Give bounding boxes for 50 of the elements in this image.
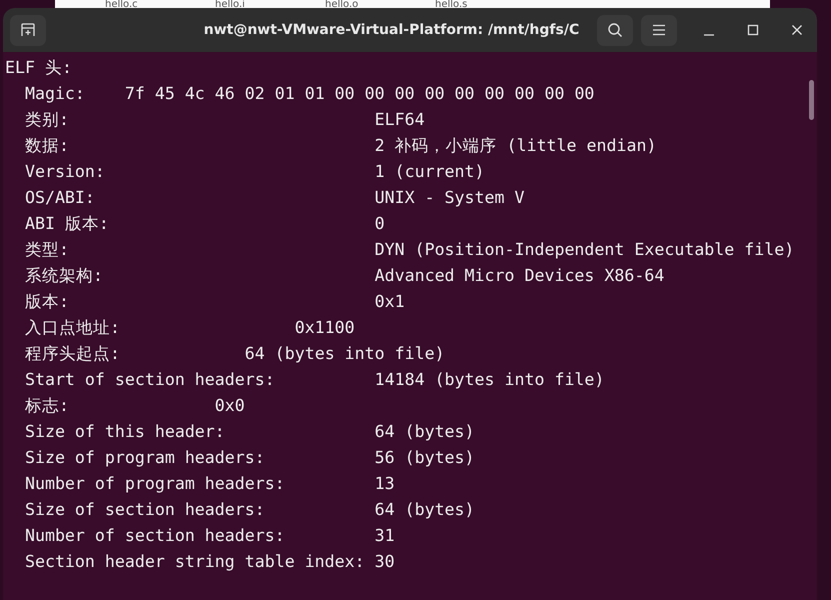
search-icon (607, 22, 623, 38)
minimize-icon (704, 34, 714, 36)
field-label: 系统架构: (24, 266, 103, 285)
field-value: 64 (bytes) (374, 421, 475, 443)
new-tab-icon (20, 22, 36, 38)
field-label: 类别: (24, 110, 69, 129)
field-value: 64 (bytes) (374, 499, 475, 521)
new-tab-button[interactable] (10, 14, 46, 46)
field-label: 标志: (24, 396, 69, 415)
terminal-heading: ELF 头: (5, 58, 72, 77)
field-label: Section header string table index: (24, 552, 365, 571)
field-label: Size of program headers: (24, 448, 265, 467)
field-label: OS/ABI: (24, 188, 95, 207)
field-value: ELF64 (374, 109, 425, 131)
field-value: 14184 (bytes into file) (374, 369, 604, 391)
field-label: Number of program headers: (24, 474, 285, 493)
search-button[interactable] (597, 14, 633, 46)
field-label: Size of this header: (24, 422, 225, 441)
field-label: 类型: (24, 240, 69, 259)
field-label: 入口点地址: (24, 318, 120, 337)
field-value: DYN (Position-Independent Executable file) (374, 239, 794, 261)
menu-icon (652, 24, 666, 36)
field-value: Advanced Micro Devices X86-64 (374, 265, 664, 287)
field-value: 0x1100 (294, 317, 355, 339)
field-value: 1 (current) (374, 161, 485, 183)
field-label: Version: (24, 162, 105, 181)
field-value: 13 (374, 473, 395, 495)
field-value: 64 (bytes into file) (244, 343, 445, 365)
field-label: Number of section headers: (24, 526, 285, 545)
field-value: 7f 45 4c 46 02 01 01 00 00 00 00 00 00 00 00 00 (124, 83, 594, 105)
maximize-icon (747, 24, 759, 36)
field-value: 0x0 (214, 395, 245, 417)
field-value: 2 补码，小端序 (little endian) (374, 135, 656, 157)
menu-button[interactable] (641, 14, 677, 46)
field-value: UNIX - System V (374, 187, 524, 209)
field-label: 数据: (24, 136, 69, 155)
scrollbar[interactable] (809, 80, 814, 120)
window-title: nwt@nwt-VMware-Virtual-Platform: /mnt/hgfs/C (202, 22, 580, 38)
field-value: 30 (374, 551, 395, 573)
field-label: Size of section headers: (24, 500, 265, 519)
field-label: Magic: (24, 84, 85, 103)
field-value: 0x1 (374, 291, 405, 313)
field-label: 程序头起点: (24, 344, 120, 363)
close-icon (791, 24, 803, 36)
field-value: 0 (374, 213, 385, 235)
field-label: ABI 版本: (24, 214, 109, 233)
field-label: Start of section headers: (24, 370, 275, 389)
field-value: 56 (bytes) (374, 447, 475, 469)
field-label: 版本: (24, 292, 69, 311)
field-value: 31 (374, 525, 395, 547)
